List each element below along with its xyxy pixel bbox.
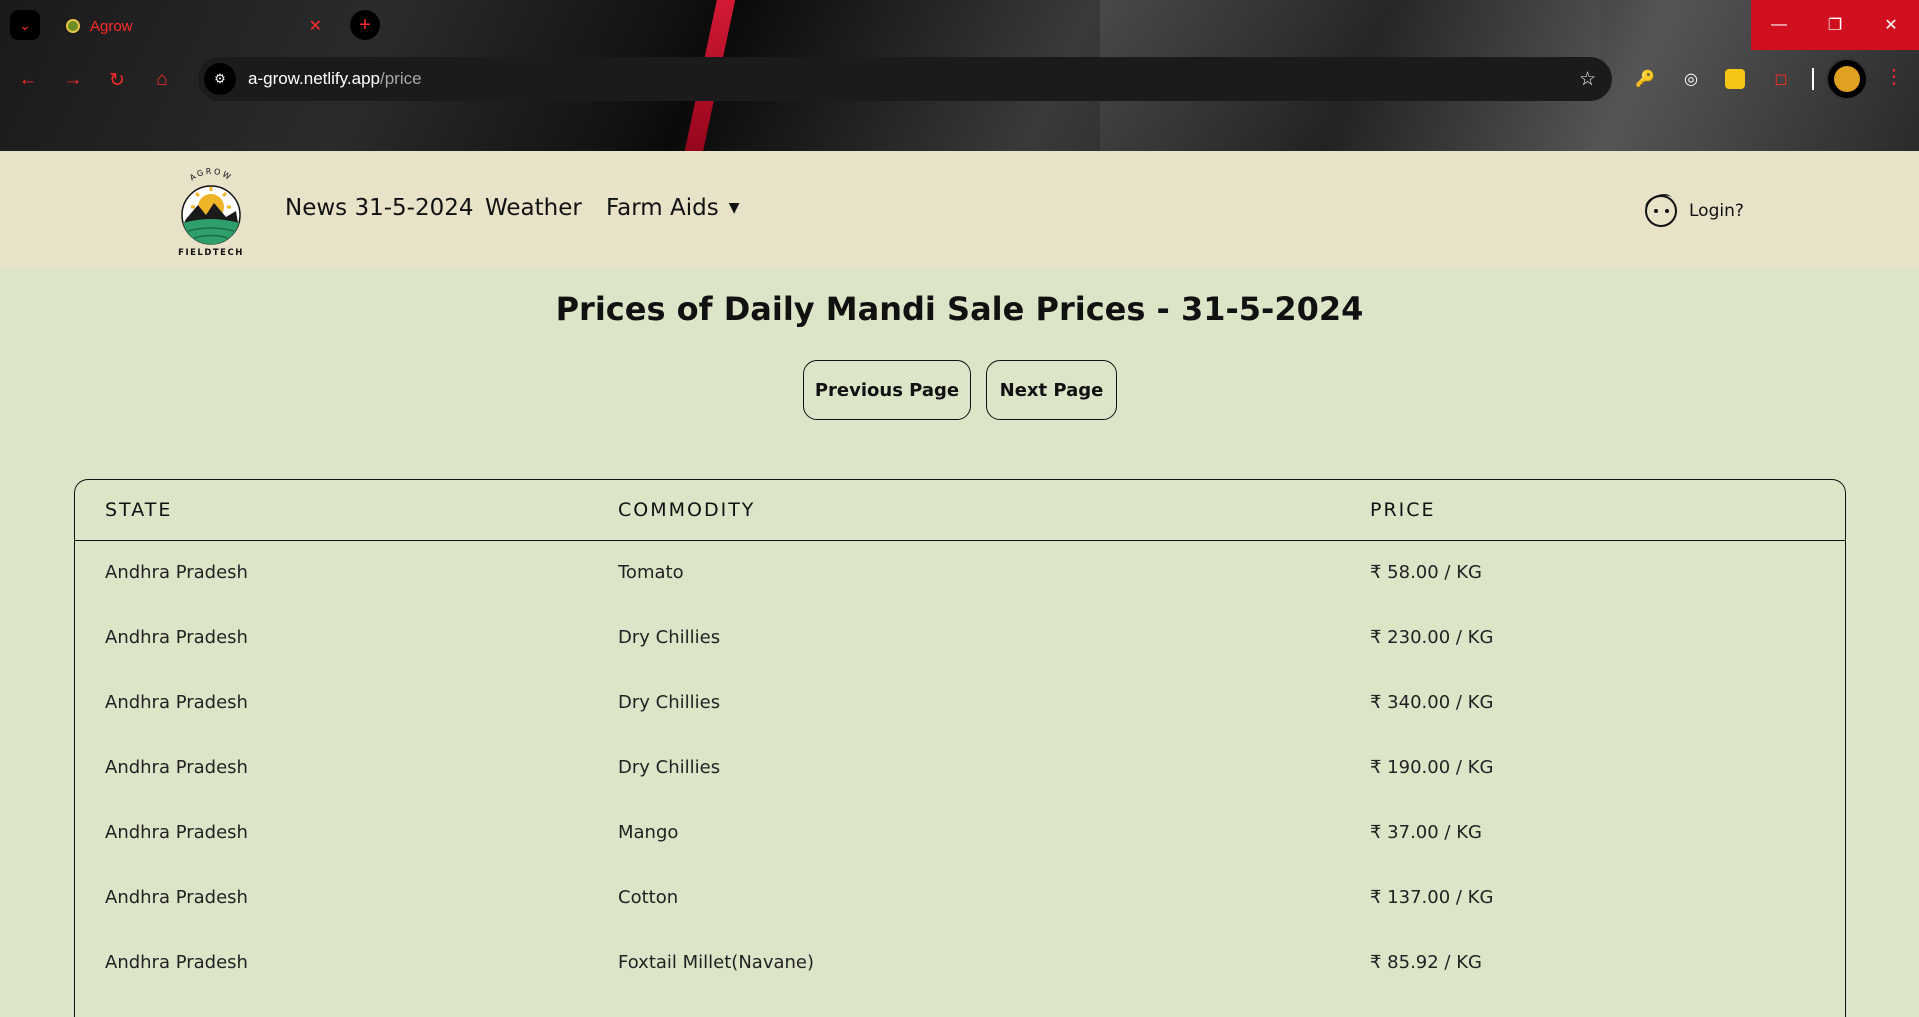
header-state: STATE [105,498,173,521]
table-row: Andhra Pradesh Dry Chillies ₹ 340.00 / K… [75,670,1845,735]
cell-commodity: Foxtail Millet(Navane) [618,952,815,973]
favicon-icon [66,19,80,33]
header-price: PRICE [1370,498,1436,521]
cell-commodity: Tomato [618,562,684,584]
table-row: Andhra Pradesh Dry Chillies ₹ 230.00 / K… [75,605,1845,670]
new-tab-button[interactable]: + [350,10,380,40]
cell-price: ₹ 58.00 / KG [1370,562,1482,584]
face-icon [1645,195,1677,227]
header-commodity: COMMODITY [618,498,756,521]
table-row: Andhra Pradesh Cotton ₹ 137.00 / KG [75,865,1845,930]
cell-price: ₹ 137.00 / KG [1370,887,1494,908]
tab-search-button[interactable]: ⌄ [10,10,40,40]
cell-commodity: Mango [618,822,679,843]
login-button[interactable]: Login? [1645,195,1744,227]
extension-glasses-icon[interactable]: ◎ [1678,66,1704,92]
url-text: a-grow.netlify.app/price [248,69,422,89]
agrow-logo[interactable]: AGROW FIELDTECH [172,163,250,257]
extensions-puzzle-icon[interactable]: ◻ [1768,66,1794,92]
cell-state: Andhra Pradesh [105,562,248,584]
page-title: Prices of Daily Mandi Sale Prices - 31-5… [555,290,1364,328]
table-row: Andhra Pradesh Foxtail Millet(Navane) ₹ … [75,930,1845,995]
extension-note-icon[interactable] [1722,66,1748,92]
window-controls: — ❐ ✕ [1751,0,1919,50]
cell-commodity: Dry Chillies [618,627,721,648]
chevron-down-icon: ⌄ [19,16,31,33]
cell-state: Andhra Pradesh [105,692,248,713]
url-path: /price [379,69,422,88]
reload-button[interactable]: ↻ [103,66,131,94]
nav-weather-link[interactable]: Weather [485,195,582,221]
cell-commodity: Cotton [618,887,679,908]
logo-bottom-text: FIELDTECH [178,248,244,257]
login-label: Login? [1689,201,1744,221]
table-header-row: STATE COMMODITY PRICE [75,480,1845,540]
cell-state: Andhra Pradesh [105,887,248,908]
table-row: Andhra Pradesh Dry Chillies ₹ 190.00 / K… [75,735,1845,800]
reload-icon: ↻ [109,69,125,91]
browser-chrome: ⌄ Agrow ✕ + — ❐ ✕ ← → ↻ ⌂ ⚙ a-grow.netli… [0,0,1919,151]
close-window-button[interactable]: ✕ [1863,0,1919,50]
cell-state: Andhra Pradesh [105,627,248,648]
cell-state: Andhra Pradesh [105,952,248,973]
home-icon: ⌂ [156,69,168,90]
browser-menu-icon[interactable]: ⋮ [1884,64,1904,89]
restore-button[interactable]: ❐ [1807,0,1863,50]
next-page-button[interactable]: Next Page [986,360,1117,420]
cell-price: ₹ 85.92 / KG [1370,952,1482,973]
forward-button[interactable]: → [59,66,87,94]
nav-farm-aids-dropdown[interactable]: Farm Aids ▼ [606,195,739,221]
svg-text:AGROW: AGROW [188,167,234,183]
plus-icon: + [359,13,371,36]
previous-page-button[interactable]: Previous Page [803,360,971,420]
minimize-button[interactable]: — [1751,0,1807,50]
nav-farm-aids-label: Farm Aids [606,195,719,221]
table-row: Andhra Pradesh Mango ₹ 37.00 / KG [75,800,1845,865]
address-bar[interactable]: ⚙ a-grow.netlify.app/price ☆ [198,57,1612,101]
arrow-left-icon: ← [18,69,38,90]
nav-news-link[interactable]: News 31-5-2024 [285,195,474,221]
toolbar-separator [1812,68,1814,90]
key-icon[interactable]: 🔑 [1632,66,1658,92]
cell-price: ₹ 190.00 / KG [1370,757,1494,778]
tab-title: Agrow [90,17,133,35]
star-icon[interactable]: ☆ [1579,68,1596,91]
cell-price: ₹ 340.00 / KG [1370,692,1494,713]
table-row: Andhra Pradesh Tomato ₹ 58.00 / KG [75,540,1845,605]
cell-price: ₹ 37.00 / KG [1370,822,1482,843]
cell-price: ₹ 230.00 / KG [1370,627,1494,648]
site-info-icon[interactable]: ⚙ [204,63,236,95]
arrow-right-icon: → [63,69,83,90]
home-button[interactable]: ⌂ [148,66,176,94]
profile-avatar[interactable] [1826,58,1868,100]
cell-state: Andhra Pradesh [105,757,248,778]
chevron-down-icon: ▼ [728,200,740,216]
cell-commodity: Dry Chillies [618,692,721,713]
logo-top-text: AGROW [188,167,232,183]
url-domain: a-grow.netlify.app [248,69,380,88]
cell-state: Andhra Pradesh [105,822,248,843]
close-icon[interactable]: ✕ [309,16,322,36]
site-header: AGROW FIELDTECH News 31-5-2024 Weather F… [0,151,1919,268]
back-button[interactable]: ← [14,66,42,94]
browser-tab[interactable]: Agrow ✕ [52,7,332,45]
prices-table: STATE COMMODITY PRICE Andhra Pradesh Tom… [74,479,1846,1017]
cell-commodity: Dry Chillies [618,757,721,778]
